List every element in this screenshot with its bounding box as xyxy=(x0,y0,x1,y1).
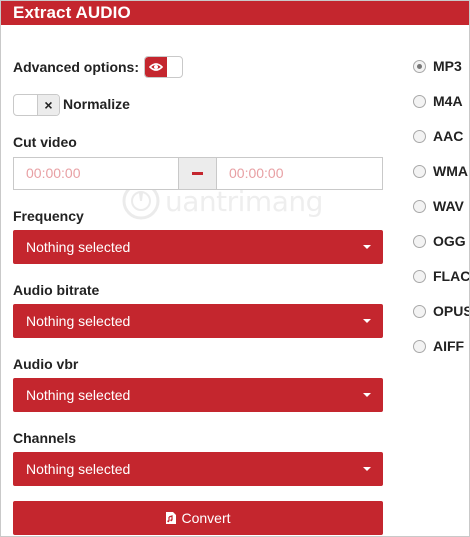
format-option-wma[interactable]: WMA xyxy=(411,162,469,182)
radio-button[interactable] xyxy=(413,130,426,143)
file-audio-icon xyxy=(166,512,177,524)
extract-audio-panel: Extract AUDIO uantrimang Advanced option… xyxy=(0,0,470,537)
caret-down-icon xyxy=(363,393,371,397)
panel-header: Extract AUDIO xyxy=(1,1,469,25)
channels-label: Channels xyxy=(13,430,77,446)
format-option-opus[interactable]: OPUS xyxy=(411,302,470,322)
format-label: AIFF xyxy=(433,338,465,354)
audio-vbr-select[interactable]: Nothing selected xyxy=(13,378,383,412)
radio-button[interactable] xyxy=(413,200,426,213)
format-label: WMA xyxy=(433,163,468,179)
audio-bitrate-label: Audio bitrate xyxy=(13,282,100,298)
format-option-wav[interactable]: WAV xyxy=(411,197,469,217)
format-option-ogg[interactable]: OGG xyxy=(411,232,469,252)
format-option-flac[interactable]: FLAC xyxy=(411,267,470,287)
cut-start-input[interactable]: 00:00:00 xyxy=(13,157,179,190)
format-label: AAC xyxy=(433,128,464,144)
format-option-mp3[interactable]: MP3 xyxy=(411,57,469,77)
audio-vbr-label: Audio vbr xyxy=(13,356,79,372)
radio-button[interactable] xyxy=(413,95,426,108)
frequency-value: Nothing selected xyxy=(26,239,131,255)
audio-bitrate-value: Nothing selected xyxy=(26,313,131,329)
panel-title: Extract AUDIO xyxy=(13,3,131,22)
cut-end-input[interactable]: 00:00:00 xyxy=(216,157,383,190)
format-option-m4a[interactable]: M4A xyxy=(411,92,469,112)
format-label: OPUS xyxy=(433,303,470,319)
caret-down-icon xyxy=(363,467,371,471)
caret-down-icon xyxy=(363,319,371,323)
format-label: FLAC xyxy=(433,268,470,284)
radio-button[interactable] xyxy=(413,270,426,283)
channels-value: Nothing selected xyxy=(26,461,131,477)
minus-icon xyxy=(192,172,203,175)
frequency-select[interactable]: Nothing selected xyxy=(13,230,383,264)
format-label: WAV xyxy=(433,198,464,214)
format-label: OGG xyxy=(433,233,466,249)
close-icon: × xyxy=(37,95,59,115)
normalize-label: Normalize xyxy=(63,96,130,112)
eye-icon xyxy=(145,57,167,77)
convert-button[interactable]: Convert xyxy=(13,501,383,535)
format-label: MP3 xyxy=(433,58,462,74)
radio-button[interactable] xyxy=(413,235,426,248)
frequency-label: Frequency xyxy=(13,208,84,224)
normalize-toggle[interactable]: × xyxy=(13,94,60,116)
radio-button[interactable] xyxy=(413,60,426,73)
cut-separator xyxy=(179,157,216,190)
format-label: M4A xyxy=(433,93,463,109)
radio-button[interactable] xyxy=(413,340,426,353)
convert-label: Convert xyxy=(181,510,231,526)
format-option-aiff[interactable]: AIFF xyxy=(411,337,469,357)
advanced-options-toggle[interactable] xyxy=(144,56,183,78)
cut-video-label: Cut video xyxy=(13,134,77,150)
audio-vbr-value: Nothing selected xyxy=(26,387,131,403)
radio-button[interactable] xyxy=(413,165,426,178)
audio-bitrate-select[interactable]: Nothing selected xyxy=(13,304,383,338)
channels-select[interactable]: Nothing selected xyxy=(13,452,383,486)
advanced-options-label: Advanced options: xyxy=(13,59,140,75)
radio-button[interactable] xyxy=(413,305,426,318)
format-option-aac[interactable]: AAC xyxy=(411,127,469,147)
caret-down-icon xyxy=(363,245,371,249)
